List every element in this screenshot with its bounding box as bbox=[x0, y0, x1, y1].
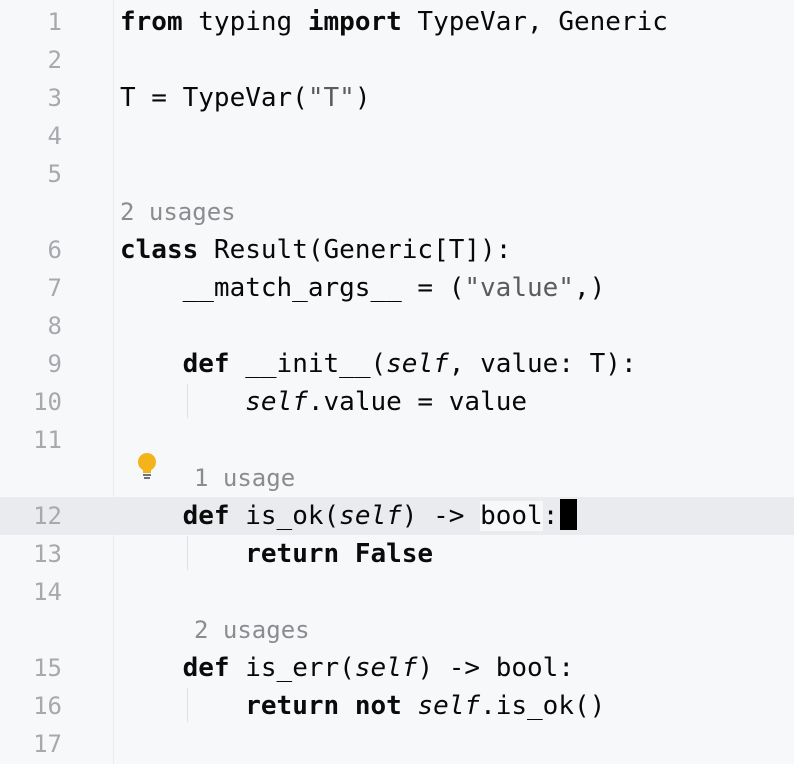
self-param: self bbox=[417, 691, 481, 721]
self-param: self bbox=[386, 349, 449, 379]
self-param: self bbox=[245, 387, 308, 417]
line-number: 6 bbox=[47, 236, 62, 264]
line-number: 14 bbox=[33, 578, 62, 606]
usages-hint-row: 1 usage bbox=[0, 459, 794, 497]
code-text: def is_err(self) -> bool: bbox=[182, 653, 574, 683]
code-line-8[interactable]: 8 bbox=[0, 307, 794, 345]
code-line-7[interactable]: 7 __match_args__ = ("value",) bbox=[0, 269, 794, 307]
keyword: False bbox=[354, 539, 434, 569]
line-number: 16 bbox=[33, 692, 62, 720]
code-line-2[interactable]: 2 bbox=[0, 41, 794, 79]
code-text: class Result(Generic[T]): bbox=[120, 235, 512, 265]
line-number: 7 bbox=[47, 274, 62, 302]
self-param: self bbox=[339, 501, 402, 531]
line-number: 13 bbox=[33, 540, 62, 568]
text-caret bbox=[560, 499, 578, 530]
keyword: def bbox=[182, 501, 230, 531]
line-number: 3 bbox=[47, 84, 62, 112]
usages-hint[interactable]: 2 usages bbox=[194, 611, 310, 649]
code-editor[interactable]: 1 from typing import TypeVar, Generic 2 … bbox=[0, 0, 794, 764]
code-line-9[interactable]: 9 def __init__(self, value: T): bbox=[0, 345, 794, 383]
code-line-11[interactable]: 11 bbox=[0, 421, 794, 459]
keyword: def bbox=[182, 349, 230, 379]
code-text: return False bbox=[120, 535, 433, 573]
self-param: self bbox=[354, 653, 418, 683]
line-number: 5 bbox=[47, 160, 62, 188]
keyword: return bbox=[245, 539, 340, 569]
code-line-1[interactable]: 1 from typing import TypeVar, Generic bbox=[0, 3, 794, 41]
code-line-14[interactable]: 14 bbox=[0, 573, 794, 611]
line-number: 2 bbox=[47, 46, 62, 74]
code-line-10[interactable]: 10 self.value = value bbox=[0, 383, 794, 421]
string-literal: "value" bbox=[464, 273, 574, 303]
code-line-6[interactable]: 6 class Result(Generic[T]): bbox=[0, 231, 794, 269]
code-text: from typing import TypeVar, Generic bbox=[120, 7, 668, 37]
keyword: def bbox=[182, 653, 230, 683]
code-line-4[interactable]: 4 bbox=[0, 117, 794, 155]
code-text: T = TypeVar("T") bbox=[120, 83, 371, 113]
usages-hint-row: 2 usages bbox=[0, 611, 794, 649]
line-number: 1 bbox=[47, 8, 62, 36]
usages-hint-row: 2 usages bbox=[0, 193, 794, 231]
code-text: self.value = value bbox=[245, 387, 528, 417]
code-line-3[interactable]: 3 T = TypeVar("T") bbox=[0, 79, 794, 117]
keyword: class bbox=[120, 235, 199, 265]
line-number: 10 bbox=[33, 388, 62, 416]
code-line-15[interactable]: 15 def is_err(self) -> bool: bbox=[0, 649, 794, 687]
keyword: not bbox=[354, 691, 402, 721]
keyword: import bbox=[307, 7, 402, 37]
bool-type: bool bbox=[480, 501, 543, 531]
keyword: from bbox=[120, 7, 183, 37]
line-number: 9 bbox=[47, 350, 62, 378]
usages-hint[interactable]: 1 usage bbox=[194, 459, 295, 497]
code-line-5[interactable]: 5 bbox=[0, 155, 794, 193]
line-number: 8 bbox=[47, 312, 62, 340]
code-line-17[interactable]: 17 bbox=[0, 725, 794, 763]
keyword: return bbox=[245, 691, 340, 721]
code-text: __match_args__ = ("value",) bbox=[120, 273, 606, 303]
line-number: 4 bbox=[47, 122, 62, 150]
code-text: return not self.is_ok() bbox=[245, 691, 606, 721]
code-line-13[interactable]: 13 return False bbox=[0, 535, 794, 573]
line-number: 12 bbox=[33, 502, 62, 530]
code-text: def __init__(self, value: T): bbox=[182, 349, 637, 379]
line-number: 17 bbox=[33, 730, 62, 758]
string-literal: "T" bbox=[307, 83, 355, 113]
code-line-12[interactable]: 12 def is_ok(self) -> bool: bbox=[0, 497, 794, 535]
line-number: 15 bbox=[33, 654, 62, 682]
line-number: 11 bbox=[33, 426, 62, 454]
usages-hint[interactable]: 2 usages bbox=[120, 193, 236, 231]
code-text: def is_ok(self) -> bool: bbox=[120, 497, 578, 535]
code-line-16[interactable]: 16 return not self.is_ok() bbox=[0, 687, 794, 725]
